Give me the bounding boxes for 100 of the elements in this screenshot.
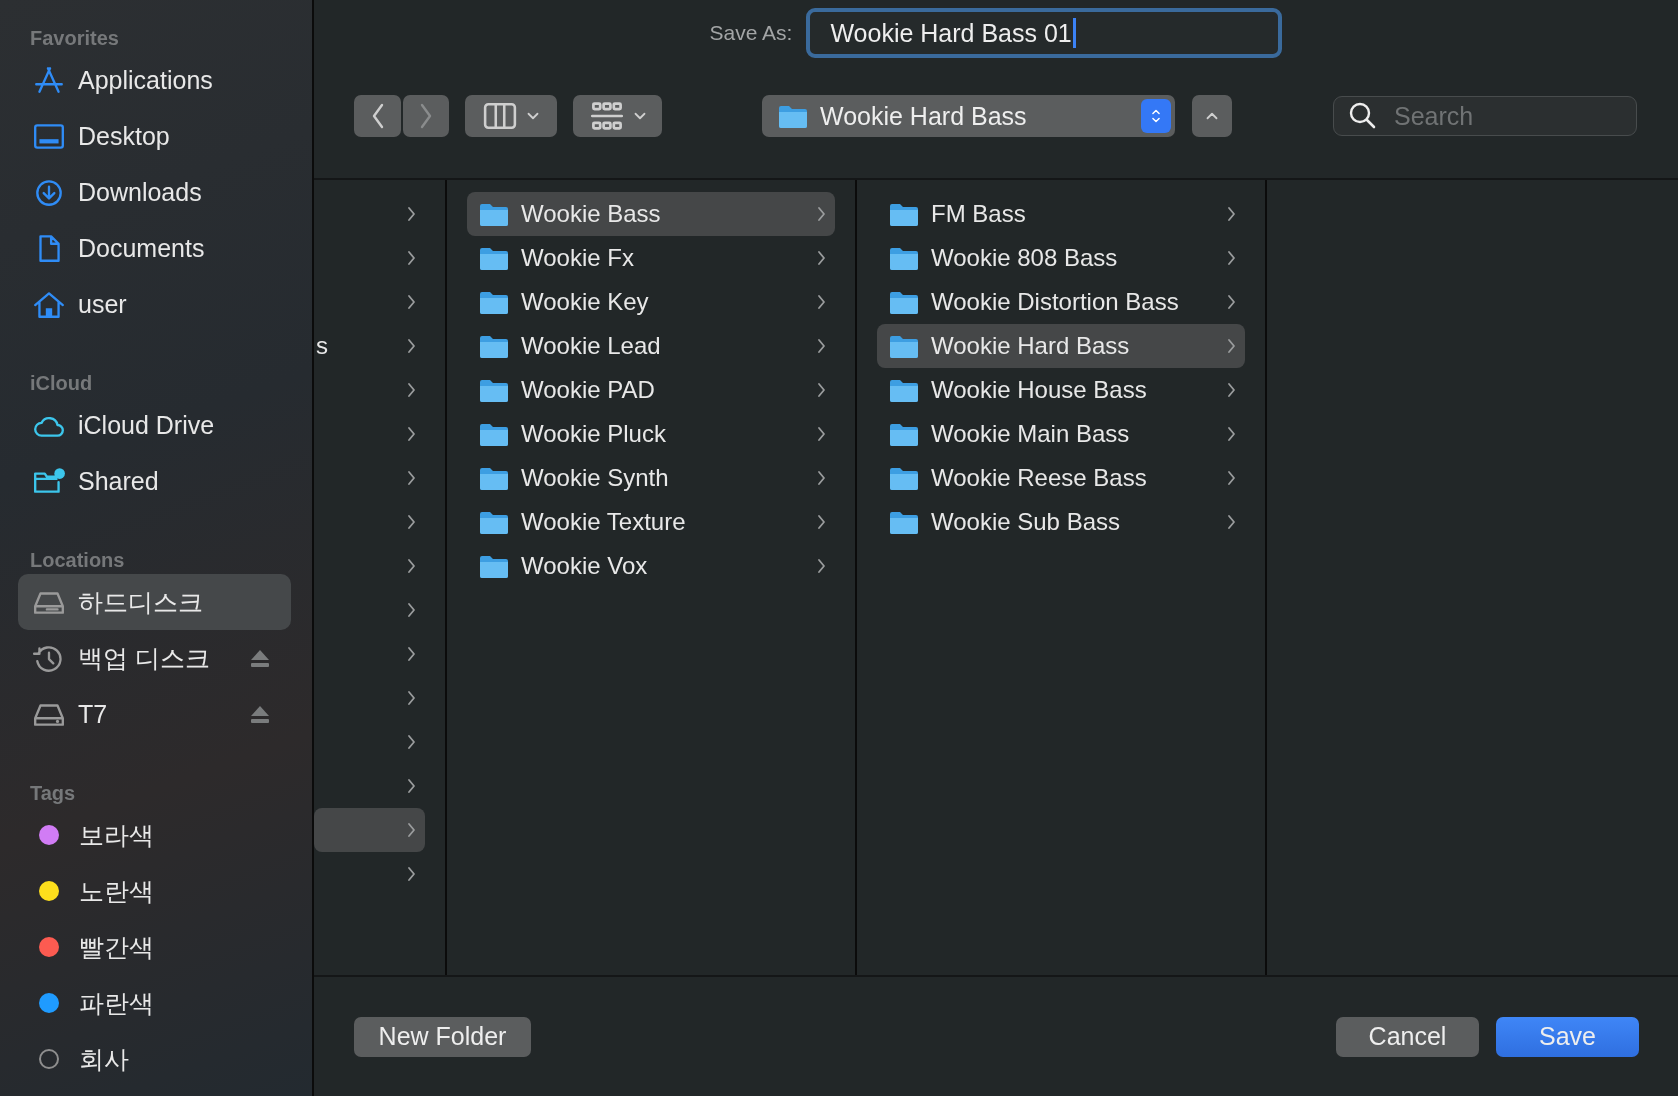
sidebar-item[interactable]: Downloads <box>18 164 291 220</box>
folder-icon <box>479 246 509 270</box>
folder-row[interactable]: Wookie Vox <box>467 544 835 588</box>
folder-row[interactable]: s <box>314 324 425 368</box>
folder-icon <box>889 510 919 534</box>
back-button[interactable] <box>354 95 401 137</box>
section-heading: iCloud <box>29 371 94 396</box>
chevron-right-icon <box>405 558 417 574</box>
folder-icon <box>479 290 509 314</box>
sidebar-item[interactable]: Documents <box>18 220 291 276</box>
section-heading: Tags <box>29 781 77 806</box>
grid-icon <box>589 101 624 131</box>
chevron-right-icon <box>1225 426 1237 442</box>
chevron-right-icon <box>405 822 417 838</box>
sidebar-item[interactable]: 백업 디스크 <box>18 630 291 686</box>
chevron-right-icon <box>815 426 827 442</box>
sidebar-item[interactable]: user <box>18 276 291 332</box>
folder-row[interactable]: Wookie Distortion Bass <box>877 280 1245 324</box>
folder-row[interactable]: Wookie 808 Bass <box>877 236 1245 280</box>
filename-field[interactable]: Wookie Hard Bass 01 <box>806 8 1283 58</box>
sidebar-item[interactable]: Applications <box>18 52 291 108</box>
folder-row[interactable]: Wookie PAD <box>467 368 835 412</box>
folder-row[interactable]: Wookie Sub Bass <box>877 500 1245 544</box>
folder-row[interactable]: Wookie Fx <box>467 236 835 280</box>
sidebar-item[interactable]: Shared <box>18 453 291 509</box>
cancel-button[interactable]: Cancel <box>1336 1016 1479 1057</box>
chevron-right-icon <box>815 294 827 310</box>
chevron-right-icon <box>405 426 417 442</box>
app-store-icon <box>32 65 66 95</box>
folder-icon <box>479 554 509 578</box>
folder-icon <box>889 466 919 490</box>
home-icon <box>32 289 66 319</box>
sidebar-item[interactable]: iCloud Drive <box>18 397 291 453</box>
new-folder-button[interactable]: New Folder <box>354 1016 531 1057</box>
section-heading: Locations <box>29 548 126 573</box>
folder-icon <box>889 290 919 314</box>
text-cursor <box>1072 18 1076 48</box>
chevron-right-icon <box>815 206 827 222</box>
folder-icon <box>479 334 509 358</box>
chevron-right-icon <box>405 514 417 530</box>
chevron-right-icon <box>815 514 827 530</box>
forward-button[interactable] <box>403 95 449 137</box>
folder-row[interactable]: Wookie Lead <box>467 324 835 368</box>
folder-icon <box>479 510 509 534</box>
folder-icon <box>889 334 919 358</box>
chevron-right-icon <box>405 206 417 222</box>
folder-row[interactable]: FM Bass <box>877 192 1245 236</box>
chevron-right-icon <box>405 690 417 706</box>
sidebar-item[interactable]: 회사 <box>18 1031 291 1087</box>
chevron-right-icon <box>405 294 417 310</box>
sidebar-item[interactable]: 보라색 <box>18 807 291 863</box>
folder-row[interactable]: Wookie Hard Bass <box>877 324 1245 368</box>
up-button[interactable] <box>1192 95 1232 137</box>
columns-icon <box>483 101 517 131</box>
chevron-right-icon <box>1225 250 1237 266</box>
folder-row[interactable]: Wookie Main Bass <box>877 412 1245 456</box>
chevron-left-icon <box>370 103 385 129</box>
chevron-right-icon <box>405 866 417 882</box>
folder-icon <box>479 202 509 226</box>
folder-icon <box>889 246 919 270</box>
chevron-right-icon <box>1225 382 1237 398</box>
chevron-right-icon <box>419 103 433 129</box>
sidebar-item[interactable]: 파란색 <box>18 975 291 1031</box>
folder-row[interactable]: Wookie Reese Bass <box>877 456 1245 500</box>
folder-row[interactable]: Wookie Synth <box>467 456 835 500</box>
sidebar-item[interactable]: 노란색 <box>18 863 291 919</box>
chevron-right-icon <box>405 470 417 486</box>
chevron-right-icon <box>405 646 417 662</box>
folder-path-popup[interactable]: Wookie Hard Bass <box>762 95 1175 137</box>
sidebar-item[interactable]: T7 <box>18 686 291 742</box>
folder-icon <box>778 104 808 128</box>
up-down-arrows-icon <box>1150 108 1162 124</box>
sidebar-item[interactable]: 하드디스크 <box>18 574 291 630</box>
chevron-right-icon <box>405 734 417 750</box>
folder-row[interactable] <box>314 808 425 852</box>
folder-row[interactable]: Wookie Pluck <box>467 412 835 456</box>
folder-icon <box>889 202 919 226</box>
folder-icon <box>479 466 509 490</box>
chevron-right-icon <box>815 558 827 574</box>
section-heading: Favorites <box>29 26 120 51</box>
chevron-right-icon <box>815 338 827 354</box>
save-button[interactable]: Save <box>1496 1016 1639 1057</box>
folder-row[interactable]: Wookie Texture <box>467 500 835 544</box>
column-view-button[interactable] <box>465 95 557 137</box>
folder-icon <box>889 378 919 402</box>
chevron-right-icon <box>815 470 827 486</box>
folder-row[interactable]: Wookie Key <box>467 280 835 324</box>
eject-icon <box>249 648 271 668</box>
chevron-right-icon <box>1225 470 1237 486</box>
chevron-right-icon <box>1225 206 1237 222</box>
folder-row[interactable]: Wookie House Bass <box>877 368 1245 412</box>
desktop-icon <box>32 121 66 151</box>
chevron-right-icon <box>405 602 417 618</box>
folder-row[interactable]: Wookie Bass <box>467 192 835 236</box>
folder-icon <box>889 422 919 446</box>
chevron-right-icon <box>1225 514 1237 530</box>
sidebar-item[interactable]: Desktop <box>18 108 291 164</box>
chevron-right-icon <box>405 338 417 354</box>
group-button[interactable] <box>573 95 662 137</box>
sidebar-item[interactable]: 빨간색 <box>18 919 291 975</box>
